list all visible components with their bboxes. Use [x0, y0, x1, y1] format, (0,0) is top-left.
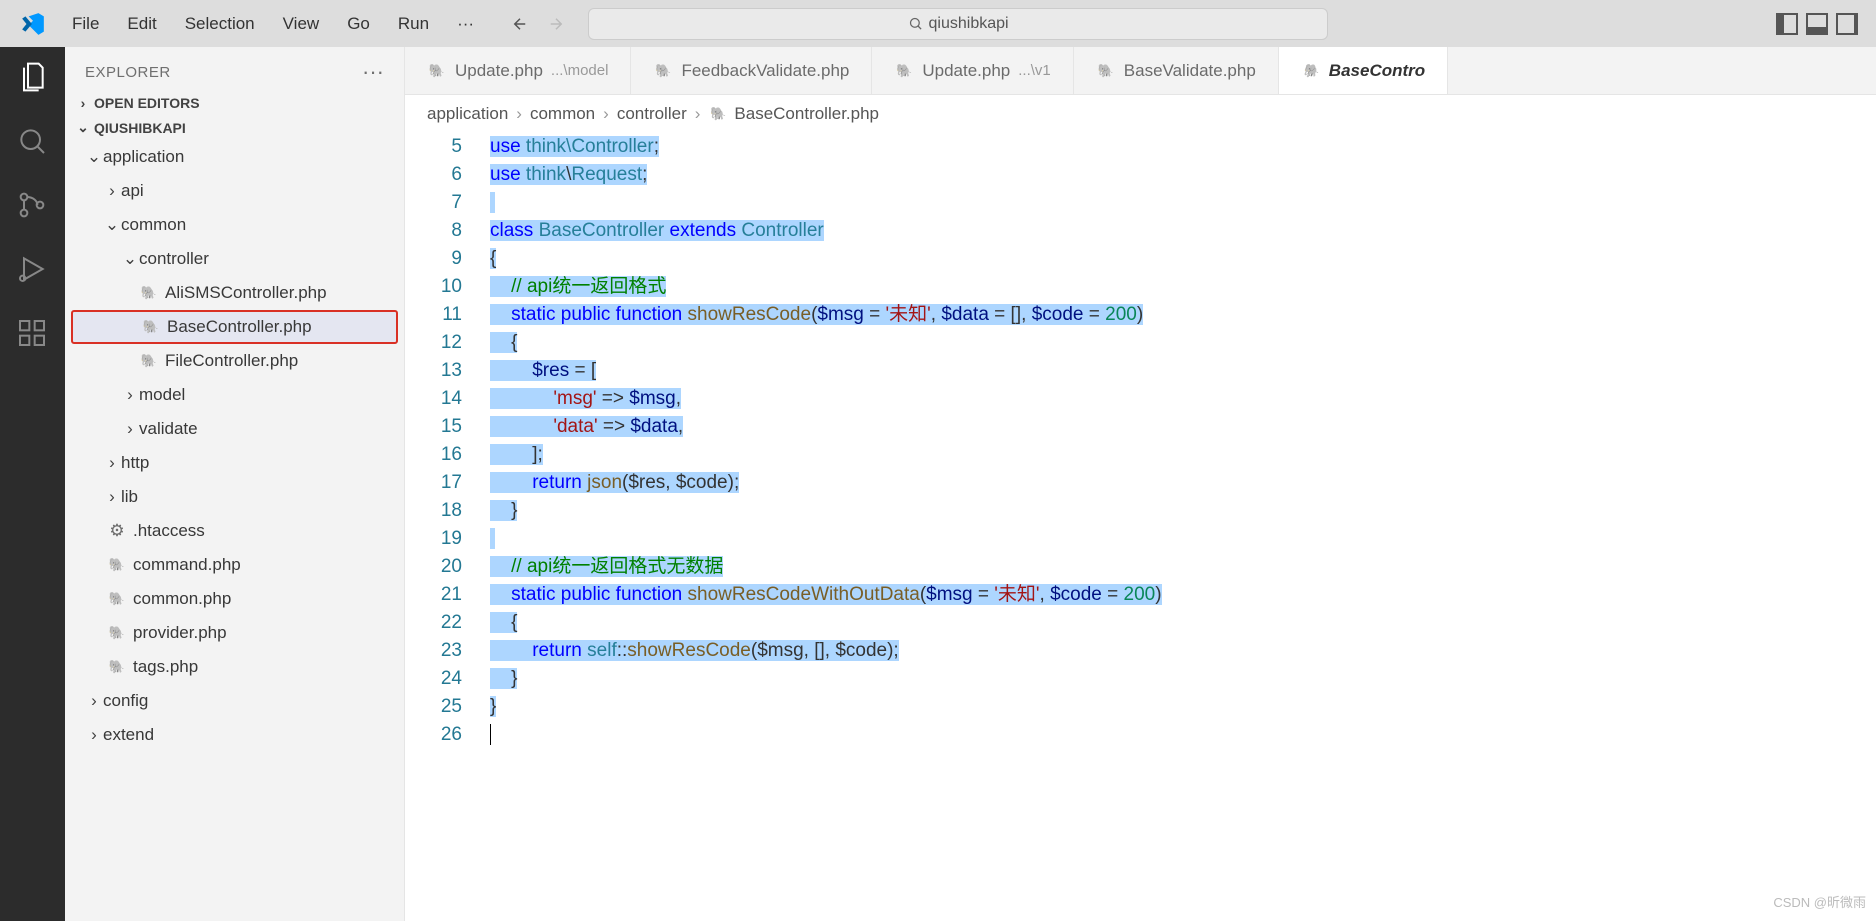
activity-bar	[0, 47, 65, 921]
open-editors-section[interactable]: ›OPEN EDITORS	[65, 91, 404, 115]
sidebar-more-icon[interactable]: ···	[362, 59, 384, 85]
line-numbers: 567891011121314151617181920212223242526	[405, 133, 490, 921]
breadcrumb[interactable]: application› common› controller› 🐘BaseCo…	[405, 95, 1876, 133]
code-editor[interactable]: 567891011121314151617181920212223242526 …	[405, 133, 1876, 921]
php-icon: 🐘	[141, 317, 161, 337]
file-basecontroller[interactable]: 🐘BaseController.php	[71, 310, 398, 344]
tab-update-v1[interactable]: 🐘Update.php...\v1	[872, 47, 1073, 94]
sidebar: EXPLORER ··· ›OPEN EDITORS ⌄QIUSHIBKAPI …	[65, 47, 405, 921]
nav-forward-button[interactable]	[544, 12, 568, 36]
folder-validate[interactable]: ›validate	[65, 412, 404, 446]
search-text: qiushibkapi	[929, 15, 1009, 33]
editor-tabs: 🐘Update.php...\model 🐘FeedbackValidate.p…	[405, 47, 1876, 95]
sidebar-title: EXPLORER	[85, 64, 171, 81]
file-tree: ⌄application ›api ⌄common ⌄controller 🐘A…	[65, 140, 404, 752]
vscode-logo-icon	[18, 9, 48, 39]
php-icon: 🐘	[107, 657, 127, 677]
folder-http[interactable]: ›http	[65, 446, 404, 480]
tab-feedbackvalidate[interactable]: 🐘FeedbackValidate.php	[631, 47, 872, 94]
php-icon: 🐘	[653, 61, 673, 81]
file-command[interactable]: 🐘command.php	[65, 548, 404, 582]
folder-api[interactable]: ›api	[65, 174, 404, 208]
layout-bottom-icon[interactable]	[1806, 13, 1828, 35]
php-icon: 🐘	[107, 589, 127, 609]
php-icon: 🐘	[139, 283, 159, 303]
tab-update-model[interactable]: 🐘Update.php...\model	[405, 47, 631, 94]
title-bar: File Edit Selection View Go Run ··· qius…	[0, 0, 1876, 47]
php-icon: 🐘	[107, 555, 127, 575]
file-filecontroller[interactable]: 🐘FileController.php	[65, 344, 404, 378]
extensions-icon[interactable]	[16, 317, 50, 351]
layout-controls	[1776, 13, 1868, 35]
php-icon: 🐘	[1096, 61, 1116, 81]
layout-left-icon[interactable]	[1776, 13, 1798, 35]
watermark: CSDN @昕微雨	[1773, 889, 1866, 917]
folder-controller[interactable]: ⌄controller	[65, 242, 404, 276]
php-icon: 🐘	[894, 61, 914, 81]
menu-run[interactable]: Run	[384, 8, 443, 40]
gear-icon: ⚙	[107, 521, 127, 541]
nav-buttons	[508, 12, 568, 36]
menu-go[interactable]: Go	[333, 8, 384, 40]
php-icon: 🐘	[1301, 61, 1321, 81]
file-tags[interactable]: 🐘tags.php	[65, 650, 404, 684]
folder-lib[interactable]: ›lib	[65, 480, 404, 514]
tab-basecontroller[interactable]: 🐘BaseContro	[1279, 47, 1448, 94]
explorer-icon[interactable]	[16, 61, 50, 95]
menu-edit[interactable]: Edit	[113, 8, 170, 40]
run-debug-icon[interactable]	[16, 253, 50, 287]
folder-config[interactable]: ›config	[65, 684, 404, 718]
file-alisms[interactable]: 🐘AliSMSController.php	[65, 276, 404, 310]
file-common[interactable]: 🐘common.php	[65, 582, 404, 616]
php-icon: 🐘	[708, 104, 728, 124]
menu-file[interactable]: File	[58, 8, 113, 40]
folder-extend[interactable]: ›extend	[65, 718, 404, 752]
project-section[interactable]: ⌄QIUSHIBKAPI	[65, 115, 404, 140]
search-icon	[908, 16, 923, 31]
menu-view[interactable]: View	[269, 8, 334, 40]
folder-model[interactable]: ›model	[65, 378, 404, 412]
file-htaccess[interactable]: ⚙.htaccess	[65, 514, 404, 548]
tab-basevalidate[interactable]: 🐘BaseValidate.php	[1074, 47, 1279, 94]
nav-back-button[interactable]	[508, 12, 532, 36]
layout-right-icon[interactable]	[1836, 13, 1858, 35]
php-icon: 🐘	[427, 61, 447, 81]
php-icon: 🐘	[139, 351, 159, 371]
search-activity-icon[interactable]	[16, 125, 50, 159]
file-provider[interactable]: 🐘provider.php	[65, 616, 404, 650]
source-control-icon[interactable]	[16, 189, 50, 223]
menu-more[interactable]: ···	[443, 8, 488, 40]
search-box[interactable]: qiushibkapi	[588, 8, 1328, 40]
editor-area: 🐘Update.php...\model 🐘FeedbackValidate.p…	[405, 47, 1876, 921]
menu-bar: File Edit Selection View Go Run ···	[58, 8, 488, 40]
folder-common[interactable]: ⌄common	[65, 208, 404, 242]
php-icon: 🐘	[107, 623, 127, 643]
folder-application[interactable]: ⌄application	[65, 140, 404, 174]
menu-selection[interactable]: Selection	[171, 8, 269, 40]
code-content[interactable]: use think\Controller; use think\Request;…	[490, 133, 1876, 921]
